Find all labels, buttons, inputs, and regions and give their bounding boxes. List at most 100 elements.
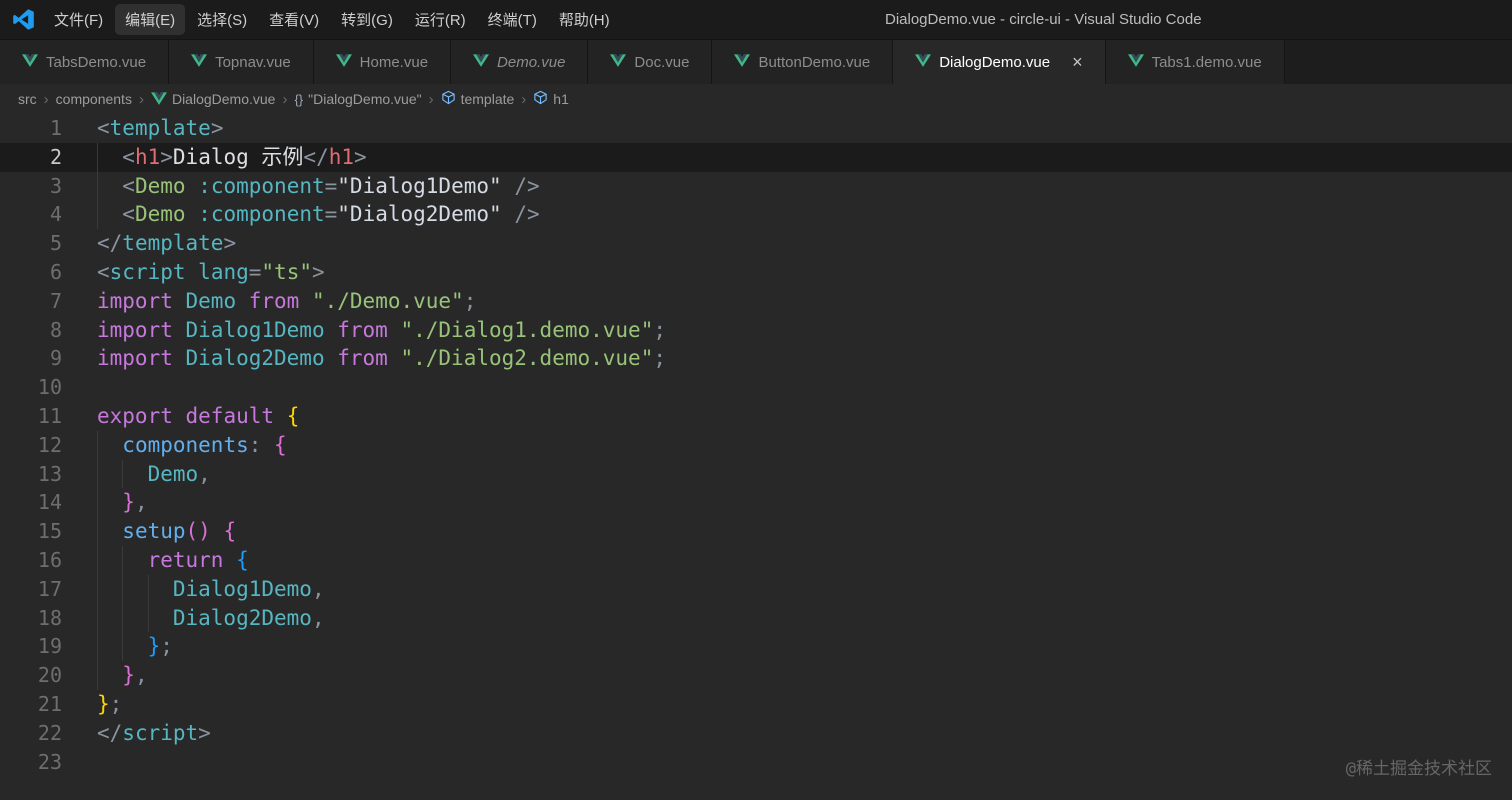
code-line-content[interactable]: Dialog1Demo, xyxy=(97,574,1512,604)
line-number[interactable]: 1 xyxy=(0,114,62,143)
menu-item-file[interactable]: 文件(F) xyxy=(44,4,113,35)
editor[interactable]: 1 <template> 2 <h1>Dialog 示例</h1> 3 <Demo :… xyxy=(0,114,1512,800)
line-number[interactable]: 16 xyxy=(0,546,62,575)
line-number[interactable]: 17 xyxy=(0,575,62,604)
code-line[interactable]: 19 }; xyxy=(0,632,1512,662)
code-line[interactable]: 10 xyxy=(0,373,1512,402)
line-number[interactable]: 4 xyxy=(0,200,62,229)
code-line-content[interactable]: Demo, xyxy=(97,459,1512,489)
tab-label: Doc.vue xyxy=(634,53,690,71)
code-line[interactable]: 5 </template> xyxy=(0,229,1512,258)
code-line[interactable]: 23 xyxy=(0,748,1512,777)
code-line[interactable]: 21}; xyxy=(0,690,1512,719)
line-number[interactable]: 14 xyxy=(0,488,62,517)
vue-icon xyxy=(610,53,627,71)
code-line[interactable]: 11 export default { xyxy=(0,402,1512,431)
code-line-content[interactable]: return { xyxy=(97,545,1512,575)
token: components xyxy=(122,432,249,457)
line-number[interactable]: 9 xyxy=(0,344,62,373)
code-line-content[interactable]: <script lang="ts"> xyxy=(97,258,1512,287)
menu-item-selection[interactable]: 选择(S) xyxy=(187,4,257,35)
code-line[interactable]: 6 <script lang="ts"> xyxy=(0,258,1512,287)
code-line[interactable]: 12 components: { xyxy=(0,430,1512,460)
code-line-content[interactable]: <template> xyxy=(97,114,1512,143)
close-icon[interactable]: × xyxy=(1072,53,1083,71)
code-line-content[interactable]: import Demo from "./Demo.vue"; xyxy=(97,287,1512,316)
line-number[interactable]: 13 xyxy=(0,460,62,489)
code-line[interactable]: 14 }, xyxy=(0,488,1512,518)
line-number[interactable]: 21 xyxy=(0,690,62,719)
code-line[interactable]: 8 import Dialog1Demo from "./Dialog1.demo… xyxy=(0,316,1512,345)
menu-item-view[interactable]: 查看(V) xyxy=(259,4,329,35)
breadcrumb-item-dialogdemo-file[interactable]: DialogDemo.vue xyxy=(150,91,275,108)
code-line-content[interactable]: }, xyxy=(97,488,1512,518)
code-line[interactable]: 9 import Dialog2Demo from "./Dialog2.demo… xyxy=(0,344,1512,373)
line-number[interactable]: 23 xyxy=(0,748,62,777)
tab-doc-vue[interactable]: Doc.vue xyxy=(588,40,713,84)
code-line-content[interactable]: export default { xyxy=(97,402,1512,431)
token: { xyxy=(286,403,300,428)
menu-item-terminal[interactable]: 终端(T) xyxy=(478,4,547,35)
code-line[interactable]: 4 <Demo :component="Dialog2Demo" /> xyxy=(0,200,1512,230)
code-line-content[interactable] xyxy=(97,748,1512,777)
breadcrumb-item-template[interactable]: template xyxy=(441,90,514,108)
code-line[interactable]: 2 <h1>Dialog 示例</h1> xyxy=(0,142,1512,172)
code-line-content[interactable] xyxy=(97,373,1512,402)
indent-guide xyxy=(122,603,124,633)
tab-demo-vue[interactable]: Demo.vue xyxy=(451,40,589,84)
line-number[interactable]: 8 xyxy=(0,316,62,345)
menu-item-edit[interactable]: 编辑(E) xyxy=(115,4,186,35)
code-line-content[interactable]: }; xyxy=(97,690,1512,719)
line-number[interactable]: 22 xyxy=(0,719,62,748)
line-number[interactable]: 2 xyxy=(0,143,62,172)
menu-item-run[interactable]: 运行(R) xyxy=(405,4,476,35)
menu-item-go[interactable]: 转到(G) xyxy=(331,4,403,35)
code-line[interactable]: 1 <template> xyxy=(0,114,1512,143)
code-line-content[interactable]: </template> xyxy=(97,229,1512,258)
code-line-content[interactable]: <Demo :component="Dialog1Demo" /> xyxy=(97,171,1512,201)
tab-buttondemo-vue[interactable]: ButtonDemo.vue xyxy=(712,40,894,84)
line-number[interactable]: 3 xyxy=(0,172,62,201)
code-line-content[interactable]: <Demo :component="Dialog2Demo" /> xyxy=(97,200,1512,230)
breadcrumb-item-components[interactable]: components xyxy=(56,91,132,107)
code-line[interactable]: 18 Dialog2Demo, xyxy=(0,603,1512,633)
code-line-content[interactable]: }; xyxy=(97,632,1512,662)
tab-dialogdemo-vue[interactable]: DialogDemo.vue × xyxy=(893,40,1106,84)
tab-tabsdemo-vue[interactable]: TabsDemo.vue xyxy=(0,40,170,84)
line-number[interactable]: 5 xyxy=(0,229,62,258)
breadcrumb-item-module[interactable]: {} "DialogDemo.vue" xyxy=(294,91,421,107)
code-line-content[interactable]: import Dialog1Demo from "./Dialog1.demo.… xyxy=(97,316,1512,345)
code-line[interactable]: 16 return { xyxy=(0,545,1512,575)
code-line-content[interactable]: setup() { xyxy=(97,517,1512,546)
code-line-content[interactable]: <h1>Dialog 示例</h1> xyxy=(97,142,1512,172)
line-number[interactable]: 18 xyxy=(0,604,62,633)
line-number[interactable]: 19 xyxy=(0,632,62,661)
line-number[interactable]: 20 xyxy=(0,661,62,690)
menu-item-help[interactable]: 帮助(H) xyxy=(549,4,620,35)
code-line-content[interactable]: </script> xyxy=(97,719,1512,748)
code-line[interactable]: 7 import Demo from "./Demo.vue"; xyxy=(0,287,1512,316)
line-number[interactable]: 10 xyxy=(0,373,62,402)
breadcrumb-item-h1[interactable]: h1 xyxy=(533,90,569,108)
line-number[interactable]: 15 xyxy=(0,517,62,546)
tab-home-vue[interactable]: Home.vue xyxy=(313,40,452,84)
line-number[interactable]: 11 xyxy=(0,402,62,431)
tab-tabs1-demo-vue[interactable]: Tabs1.demo.vue xyxy=(1105,40,1285,84)
code-line[interactable]: 3 <Demo :component="Dialog1Demo" /> xyxy=(0,171,1512,201)
line-number[interactable]: 12 xyxy=(0,431,62,460)
code-line-content[interactable]: Dialog2Demo, xyxy=(97,603,1512,633)
tab-topnav-vue[interactable]: Topnav.vue xyxy=(169,40,314,84)
line-number[interactable]: 7 xyxy=(0,287,62,316)
token: } xyxy=(97,691,110,716)
code-line[interactable]: 15 setup() { xyxy=(0,517,1512,546)
code-line[interactable]: 17 Dialog1Demo, xyxy=(0,574,1512,604)
token: template xyxy=(122,231,224,256)
breadcrumb-item-src[interactable]: src xyxy=(18,91,37,107)
code-line-content[interactable]: }, xyxy=(97,661,1512,690)
code-line[interactable]: 13 Demo, xyxy=(0,459,1512,489)
code-line-content[interactable]: components: { xyxy=(97,430,1512,460)
line-number[interactable]: 6 xyxy=(0,258,62,287)
code-line-content[interactable]: import Dialog2Demo from "./Dialog2.demo.… xyxy=(97,344,1512,373)
code-line[interactable]: 22 </script> xyxy=(0,719,1512,748)
code-line[interactable]: 20 }, xyxy=(0,661,1512,690)
